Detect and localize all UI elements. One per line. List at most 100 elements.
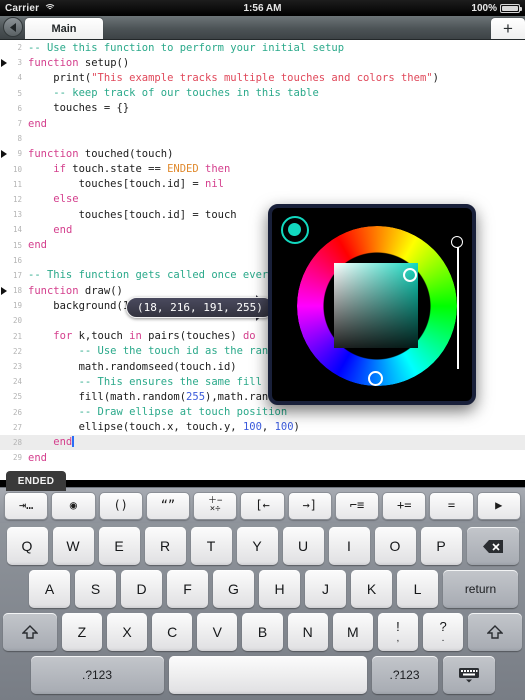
space-key[interactable] bbox=[168, 656, 367, 694]
key-s[interactable]: S bbox=[75, 570, 116, 608]
key-h[interactable]: H bbox=[259, 570, 300, 608]
code-token: print( bbox=[28, 71, 92, 84]
autocomplete-suggestion-label: ENDED bbox=[17, 475, 55, 487]
code-line[interactable]: 6 touches = {} bbox=[0, 101, 525, 116]
numeric-key-right[interactable]: .?123 bbox=[371, 656, 438, 694]
key-v[interactable]: V bbox=[197, 613, 238, 651]
line-number: 20 bbox=[12, 316, 22, 326]
code-line[interactable]: 28 end bbox=[0, 434, 525, 451]
code-line[interactable]: 26 -- Draw ellipse at touch position bbox=[0, 405, 525, 420]
saturation-brightness-knob[interactable] bbox=[403, 268, 417, 282]
alpha-slider[interactable] bbox=[457, 242, 459, 369]
code-line[interactable]: 4 print("This example tracks multiple to… bbox=[0, 70, 525, 85]
code-token: 100 bbox=[274, 421, 294, 434]
key-y[interactable]: Y bbox=[236, 527, 278, 565]
add-tab-button[interactable]: + bbox=[491, 18, 525, 39]
key-q[interactable]: Q bbox=[6, 527, 48, 565]
autocomplete-suggestion[interactable]: ENDED bbox=[6, 471, 66, 491]
shift-key-right[interactable] bbox=[468, 613, 522, 651]
code-line[interactable]: 27 ellipse(touch.x, touch.y, 100, 100) bbox=[0, 420, 525, 435]
parentheses-button[interactable]: () bbox=[98, 491, 143, 520]
return-key[interactable]: return bbox=[443, 570, 518, 608]
line-number: 16 bbox=[12, 255, 22, 265]
code-line[interactable]: 29 end bbox=[0, 450, 525, 465]
code-token: , bbox=[261, 421, 275, 434]
hue-ring-knob[interactable] bbox=[368, 371, 383, 386]
run-button[interactable]: ▶ bbox=[476, 491, 521, 520]
math-operators-button[interactable]: ＋− ×÷ bbox=[193, 491, 238, 520]
status-bar-time: 1:56 AM bbox=[243, 2, 282, 14]
key-g[interactable]: G bbox=[213, 570, 254, 608]
key-w[interactable]: W bbox=[52, 527, 94, 565]
key-t[interactable]: T bbox=[190, 527, 232, 565]
key-j[interactable]: J bbox=[305, 570, 346, 608]
key-e[interactable]: E bbox=[98, 527, 140, 565]
line-number: 18 bbox=[0, 286, 26, 295]
key-m[interactable]: M bbox=[332, 613, 373, 651]
color-preview-swatch[interactable] bbox=[281, 216, 309, 244]
code-line-text: print("This example tracks multiple touc… bbox=[26, 72, 439, 84]
key-a[interactable]: A bbox=[29, 570, 70, 608]
code-token: touches[touch.id] = bbox=[28, 178, 206, 191]
back-button[interactable] bbox=[3, 17, 23, 37]
key-p[interactable]: P bbox=[420, 527, 462, 565]
code-line[interactable]: 9 function touched(touch) bbox=[0, 146, 525, 161]
key-f[interactable]: F bbox=[167, 570, 208, 608]
key-n[interactable]: N bbox=[287, 613, 328, 651]
eye-preview-button[interactable]: ◉ bbox=[51, 491, 96, 520]
backspace-key[interactable] bbox=[466, 527, 519, 565]
code-fold-triangle-icon[interactable] bbox=[1, 58, 7, 67]
eye-preview-icon: ◉ bbox=[69, 498, 78, 513]
key-l[interactable]: L bbox=[397, 570, 438, 608]
line-number: 12 bbox=[12, 194, 22, 204]
key-b-label: B bbox=[257, 624, 268, 640]
line-number: 10 bbox=[12, 164, 22, 174]
outdent-button[interactable]: [← bbox=[240, 491, 285, 520]
code-line-text: for k,touch in pairs(touches) do bbox=[26, 330, 255, 342]
hide-keyboard-key[interactable] bbox=[442, 656, 495, 694]
code-token: touches = {} bbox=[28, 102, 130, 115]
shift-key-left[interactable] bbox=[3, 613, 57, 651]
comment-list-button[interactable]: ⌐≡ bbox=[334, 491, 380, 520]
key-z[interactable]: Z bbox=[61, 613, 102, 651]
code-line[interactable]: 2 -- Use this function to perform your in… bbox=[0, 40, 525, 55]
key-b[interactable]: B bbox=[242, 613, 283, 651]
code-fold-triangle-icon[interactable] bbox=[1, 149, 7, 158]
code-line-text: end bbox=[26, 436, 74, 448]
tab-main[interactable]: Main bbox=[25, 18, 103, 39]
code-token: -- Draw ellipse at touch position bbox=[78, 406, 288, 419]
code-line-text: -- Use this function to perform your ini… bbox=[26, 42, 344, 54]
code-line[interactable]: 11 touches[touch.id] = nil bbox=[0, 177, 525, 192]
quotes-button[interactable]: “” bbox=[145, 491, 191, 520]
key-c[interactable]: C bbox=[152, 613, 193, 651]
equals-button[interactable]: = bbox=[429, 491, 474, 520]
indent-button[interactable]: →] bbox=[287, 491, 332, 520]
key-d[interactable]: D bbox=[121, 570, 162, 608]
code-line[interactable]: 3 function setup() bbox=[0, 55, 525, 70]
key-exclamation-comma[interactable]: !, bbox=[377, 613, 418, 651]
color-tooltip[interactable]: (18, 216, 191, 255) bbox=[126, 297, 274, 318]
plus-icon: + bbox=[503, 19, 513, 38]
key-question-period[interactable]: ?. bbox=[422, 613, 464, 651]
code-line[interactable]: 5 -- keep track of our touches in this t… bbox=[0, 86, 525, 101]
key-k[interactable]: K bbox=[351, 570, 392, 608]
code-line[interactable]: 7 end bbox=[0, 116, 525, 131]
color-picker-panel[interactable] bbox=[268, 204, 476, 405]
code-fold-triangle-icon[interactable] bbox=[1, 286, 7, 295]
key-u[interactable]: U bbox=[282, 527, 324, 565]
plus-equals-button[interactable]: += bbox=[382, 491, 427, 520]
code-token: "This example tracks multiple touches an… bbox=[91, 71, 433, 84]
key-r[interactable]: R bbox=[144, 527, 186, 565]
key-o[interactable]: O bbox=[374, 527, 416, 565]
line-number: 29 bbox=[12, 453, 22, 463]
key-x[interactable]: X bbox=[107, 613, 148, 651]
key-i[interactable]: I bbox=[328, 527, 370, 565]
numeric-key-left[interactable]: .?123 bbox=[30, 656, 164, 694]
color-picker-inner bbox=[272, 208, 472, 401]
code-line[interactable]: 10 if touch.state == ENDED then bbox=[0, 162, 525, 177]
code-line[interactable]: 8 bbox=[0, 131, 525, 146]
hide-keyboard-icon bbox=[458, 668, 479, 683]
indent-dots-button[interactable]: ⇥… bbox=[4, 491, 49, 520]
alpha-slider-knob[interactable] bbox=[451, 236, 463, 248]
